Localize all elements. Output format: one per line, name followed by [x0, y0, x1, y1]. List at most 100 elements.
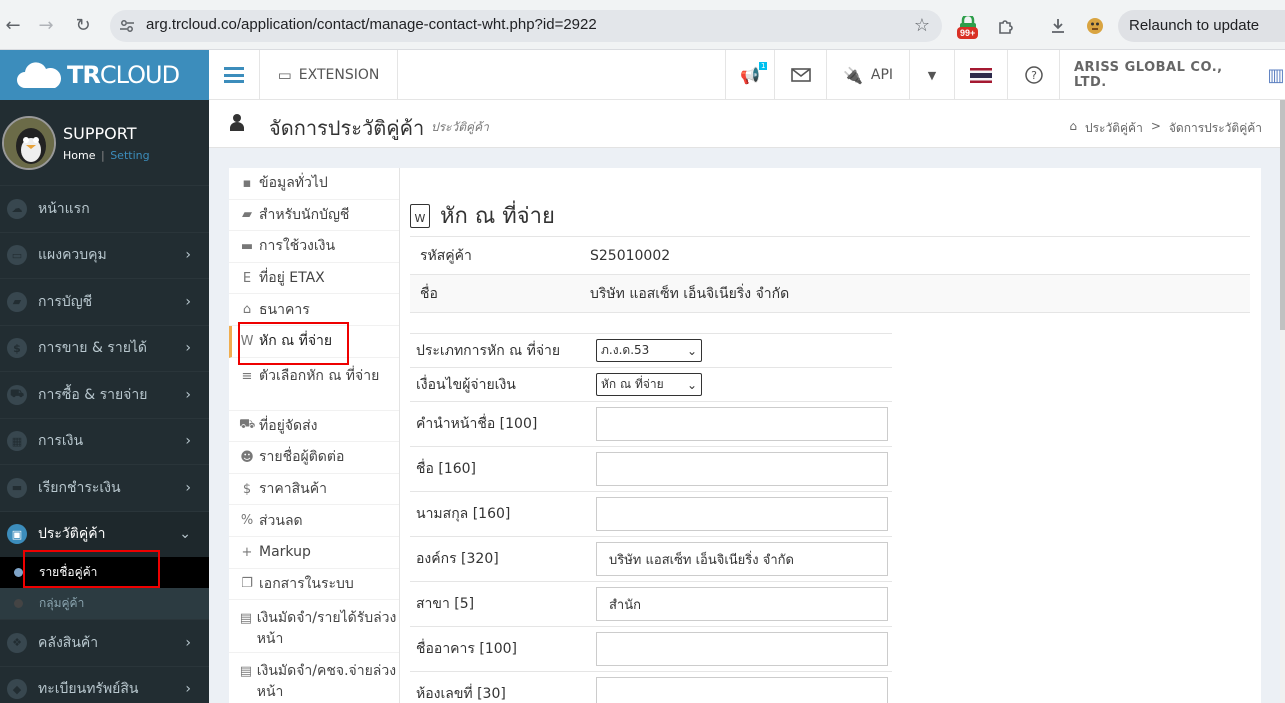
- question-circle-icon: ?: [1024, 66, 1043, 84]
- caret-down-icon: ▼: [927, 68, 937, 82]
- extension-button[interactable]: ▭ EXTENSION: [260, 50, 398, 100]
- subnav-label: ส่วนลด: [259, 512, 303, 529]
- subnav-item[interactable]: ▰ สำหรับนักบัญชี: [229, 200, 399, 232]
- messages-button[interactable]: [775, 50, 827, 100]
- subnav-item[interactable]: % ส่วนลด: [229, 505, 399, 537]
- subnav-label: ธนาคาร: [259, 301, 310, 318]
- sidebar-item[interactable]: ◆ ทะเบียนทรัพย์สิน ›: [0, 665, 209, 703]
- relaunch-button[interactable]: Relaunch to update: [1118, 10, 1285, 42]
- subnav-icon: ▤: [239, 664, 252, 680]
- brand-logo[interactable]: TRCLOUD: [0, 50, 209, 100]
- sidebar-item[interactable]: ☁ หน้าแรก: [0, 185, 209, 232]
- subnav-icon: $: [242, 481, 252, 497]
- subnav-item[interactable]: ▬ การใช้วงเงิน: [229, 231, 399, 263]
- chevron-right-icon: ›: [185, 247, 191, 264]
- reload-icon[interactable]: ↻: [70, 12, 96, 38]
- info-row: รหัสคู่ค้า S25010002: [410, 237, 1250, 275]
- sidebar-item[interactable]: $ การขาย & รายได้ ›: [0, 324, 209, 372]
- sidebar-item-label: เรียกชำระเงิน: [38, 479, 121, 496]
- profile-avatar-icon[interactable]: [1082, 13, 1108, 39]
- subnav-icon: ▪: [242, 175, 252, 191]
- language-button[interactable]: [955, 50, 1008, 100]
- scrollbar-thumb[interactable]: [1280, 100, 1285, 330]
- text-input[interactable]: [596, 677, 888, 703]
- chevron-down-icon: ⌄: [179, 526, 191, 543]
- scrollbar[interactable]: [1280, 100, 1285, 703]
- chevron-right-icon: ›: [185, 634, 191, 651]
- subnav-item[interactable]: ❐ เอกสารในระบบ: [229, 569, 399, 601]
- dollar-icon: $: [7, 338, 27, 359]
- sidebar-item[interactable]: ▭ แผงควบคุม ›: [0, 231, 209, 279]
- site-settings-icon[interactable]: [118, 17, 136, 35]
- sidebar-item[interactable]: ⛟ การซื้อ & รายจ่าย ›: [0, 371, 209, 418]
- sidebar-item[interactable]: ▬ เรียกชำระเงิน ›: [0, 464, 209, 511]
- text-input[interactable]: บริษัท แอสเซ็ท เอ็นจิเนียริ่ง จำกัด: [596, 542, 888, 576]
- payer-condition-select[interactable]: หัก ณ ที่จ่าย ⌄: [596, 373, 702, 396]
- text-input[interactable]: [596, 452, 888, 486]
- api-button[interactable]: 🔌 API: [827, 50, 910, 100]
- page-header: จัดการประวัติคู่ค้า ประวัติคู่ค้า ⌂ ประว…: [209, 100, 1280, 148]
- announcement-button[interactable]: 📢 1: [725, 50, 775, 100]
- field-label: ชื่ออาคาร [100]: [416, 641, 518, 657]
- subnav-item[interactable]: ▤ เงินมัดจำ/คชจ.จ่ายล่วงหน้า: [229, 653, 399, 703]
- subnav-icon: %: [240, 513, 254, 529]
- subnav-label: ราคาสินค้า: [259, 481, 327, 498]
- user-panel: SUPPORT Home | Setting: [0, 100, 209, 185]
- sidebar-toggle-button[interactable]: [209, 50, 260, 100]
- subnav-item[interactable]: ▤ เงินมัดจำ/รายได้รับล่วงหน้า: [229, 600, 399, 654]
- app-topbar: ▭ EXTENSION 📢 1 🔌 API ▼ ? ARISS GLOBAL C…: [209, 50, 1285, 100]
- subnav-item[interactable]: E ที่อยู่ ETAX: [229, 263, 399, 295]
- cloud-icon: ☁: [7, 198, 27, 219]
- sidebar-subitem-contact-group[interactable]: กลุ่มคู่ค้า: [0, 588, 209, 619]
- subnav-item[interactable]: ☻ รายชื่อผู้ติดต่อ: [229, 442, 399, 474]
- back-icon[interactable]: ←: [0, 12, 26, 38]
- subnav-item[interactable]: ▪ ข้อมูลทั่วไป: [229, 168, 399, 200]
- subnav-icon: ❐: [241, 576, 253, 592]
- subnav-item[interactable]: ≡ ตัวเลือกหัก ณ ที่จ่าย: [229, 358, 399, 411]
- text-input[interactable]: [596, 632, 888, 666]
- field-label: ห้องเลขที่ [30]: [416, 686, 506, 702]
- subnav-label: การใช้วงเงิน: [259, 238, 336, 255]
- home-link[interactable]: Home: [63, 149, 95, 162]
- page-subtitle: ประวัติคู่ค้า: [431, 120, 489, 134]
- address-bar[interactable]: arg.trcloud.co/application/contact/manag…: [110, 10, 942, 42]
- help-button[interactable]: ?: [1008, 50, 1060, 100]
- sidebar-subitem-label: กลุ่มคู่ค้า: [39, 596, 85, 610]
- sidebar-item[interactable]: ❖ คลังสินค้า ›: [0, 619, 209, 666]
- field-label: ชื่อ [160]: [416, 461, 477, 477]
- forward-icon[interactable]: →: [33, 12, 59, 38]
- breadcrumb-contacts[interactable]: ประวัติคู่ค้า: [1085, 119, 1143, 138]
- subnav-label: Markup: [259, 544, 311, 561]
- subnav-item[interactable]: ⛟ ที่อยู่จัดส่ง: [229, 411, 399, 443]
- url-text[interactable]: arg.trcloud.co/application/contact/manag…: [146, 16, 597, 33]
- wht-type-select[interactable]: ภ.ง.ด.53 ⌄: [596, 339, 702, 362]
- info-value: บริษัท แอสเซ็ท เอ็นจิเนียริ่ง จำกัด: [590, 285, 790, 302]
- company-menu[interactable]: ARISS GLOBAL CO., LTD. ▥: [1074, 50, 1285, 100]
- sidebar-item[interactable]: ▦ การเงิน ›: [0, 417, 209, 465]
- subnav-item[interactable]: + Markup: [229, 537, 399, 569]
- home-icon[interactable]: ⌂: [1069, 119, 1077, 138]
- browser-toolbar: ← → ↻ arg.trcloud.co/application/contact…: [0, 0, 1285, 50]
- api-label: API: [870, 67, 894, 83]
- sidebar-item-label: การซื้อ & รายจ่าย: [38, 386, 148, 403]
- setting-link[interactable]: Setting: [110, 149, 149, 162]
- extensions-puzzle-icon[interactable]: [993, 13, 1019, 39]
- text-input[interactable]: สำนัก: [596, 587, 888, 621]
- subnav-label: ที่อยู่จัดส่ง: [259, 417, 318, 434]
- subnav-label: ตัวเลือกหัก ณ ที่จ่าย: [259, 367, 380, 384]
- dropdown-button[interactable]: ▼: [910, 50, 955, 100]
- text-input[interactable]: [596, 407, 888, 441]
- text-input[interactable]: [596, 497, 888, 531]
- chevron-down-icon: ⌄: [686, 377, 697, 392]
- subnav-icon: +: [241, 544, 253, 560]
- subnav-item[interactable]: $ ราคาสินค้า: [229, 474, 399, 506]
- info-row: ชื่อ บริษัท แอสเซ็ท เอ็นจิเนียริ่ง จำกัด: [410, 275, 1250, 313]
- bookmark-star-icon[interactable]: ☆: [914, 15, 930, 36]
- form-row: เงื่อนไขผู้จ่ายเงิน หัก ณ ที่จ่าย ⌄: [410, 368, 892, 402]
- info-label: รหัสคู่ค้า: [420, 247, 472, 264]
- breadcrumb-separator: >: [1150, 119, 1161, 133]
- sidebar-item[interactable]: ▰ การบัญชี ›: [0, 278, 209, 325]
- subnav-label: เงินมัดจำ/คชจ.จ่ายล่วงหน้า: [256, 663, 397, 701]
- download-icon[interactable]: [1045, 13, 1071, 39]
- breadcrumb: ⌂ ประวัติคู่ค้า > จัดการประวัติคู่ค้า: [1069, 119, 1262, 138]
